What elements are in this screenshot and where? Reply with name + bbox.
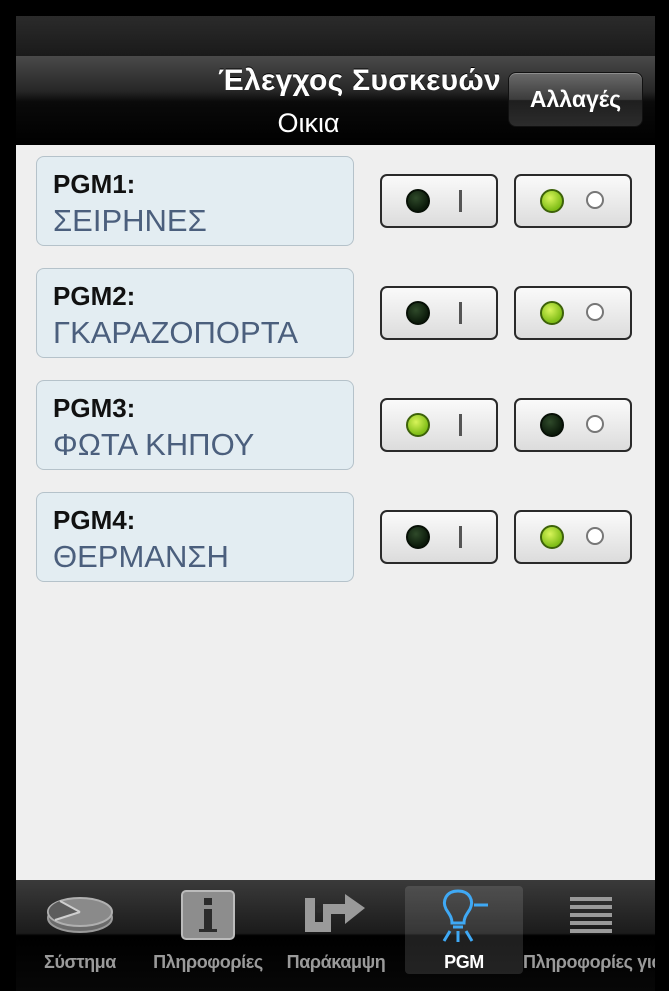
tab-about[interactable]: Πληροφορίες για (523, 880, 655, 974)
on-indicator-led-icon (406, 413, 430, 437)
pgm-name: PGM1: (53, 169, 136, 199)
tab-info[interactable]: Πληροφορίες (144, 880, 272, 974)
light-bulb-icon (405, 884, 523, 946)
pgm-description: ΓΚΑΡΑΖΟΠΟΡΤΑ (53, 315, 299, 350)
off-indicator-led-icon (540, 525, 564, 549)
pgm-on-button[interactable] (380, 286, 498, 340)
tab-label: Παράκαμψη (286, 952, 386, 972)
pgm-card: PGM1: ΣΕΙΡΗΝΕΣ (36, 156, 354, 246)
pgm-name: PGM2: (53, 281, 136, 311)
tab-bypass[interactable]: Παράκαμψη (272, 880, 400, 974)
pgm-list: PGM1: ΣΕΙΡΗΝΕΣ PGM2: ΓΚΑΡΑΖΟΠΟΡΤΑ PGM3: … (16, 144, 655, 880)
pgm-off-button[interactable] (514, 286, 632, 340)
on-indicator-led-icon (406, 525, 430, 549)
pgm-row-3: PGM3: ΦΩΤΑ ΚΗΠΟΥ (36, 380, 636, 472)
pgm-card: PGM4: ΘΕΡΜΑΝΣΗ (36, 492, 354, 582)
app-screen: Έλεγχος Συσκευών Οικια Αλλαγές PGM1: ΣΕΙ… (16, 16, 655, 991)
pgm-name: PGM3: (53, 393, 136, 423)
status-bar (16, 16, 655, 56)
on-indicator-led-icon (406, 189, 430, 213)
off-indicator-led-icon (540, 301, 564, 325)
off-symbol-icon (586, 415, 604, 433)
pgm-row-1: PGM1: ΣΕΙΡΗΝΕΣ (36, 156, 636, 248)
pgm-description: ΘΕΡΜΑΝΣΗ (53, 539, 229, 574)
on-indicator-led-icon (406, 301, 430, 325)
on-symbol-icon (459, 190, 462, 212)
pgm-on-button[interactable] (380, 398, 498, 452)
pgm-card: PGM2: ΓΚΑΡΑΖΟΠΟΡΤΑ (36, 268, 354, 358)
off-symbol-icon (586, 303, 604, 321)
pgm-row-2: PGM2: ΓΚΑΡΑΖΟΠΟΡΤΑ (36, 268, 636, 360)
tab-label: Πληροφορίες (153, 952, 263, 972)
info-icon (144, 884, 272, 946)
tab-system[interactable]: Σύστημα (16, 880, 144, 974)
on-symbol-icon (459, 526, 462, 548)
list-icon (527, 884, 655, 946)
pgm-off-button[interactable] (514, 510, 632, 564)
off-indicator-led-icon (540, 413, 564, 437)
on-symbol-icon (459, 302, 462, 324)
off-symbol-icon (586, 527, 604, 545)
pgm-off-button[interactable] (514, 174, 632, 228)
pgm-description: ΣΕΙΡΗΝΕΣ (53, 203, 207, 238)
on-symbol-icon (459, 414, 462, 436)
pgm-row-4: PGM4: ΘΕΡΜΑΝΣΗ (36, 492, 636, 584)
bypass-arrow-icon (272, 884, 400, 946)
pie-chart-icon (16, 884, 144, 946)
pgm-off-button[interactable] (514, 398, 632, 452)
tab-pgm[interactable]: PGM (405, 886, 523, 974)
page-subtitle: Οικια (277, 108, 340, 138)
pgm-on-button[interactable] (380, 510, 498, 564)
pgm-name: PGM4: (53, 505, 136, 535)
tab-label: PGM (444, 952, 484, 972)
off-symbol-icon (586, 191, 604, 209)
pgm-description: ΦΩΤΑ ΚΗΠΟΥ (53, 427, 255, 462)
tab-label: Πληροφορίες για (523, 952, 655, 972)
edit-button[interactable]: Αλλαγές (508, 72, 643, 127)
navigation-bar: Έλεγχος Συσκευών Οικια Αλλαγές (16, 56, 655, 145)
off-indicator-led-icon (540, 189, 564, 213)
page-title: Έλεγχος Συσκευών (218, 64, 501, 97)
tab-bar: Σύστημα Πληροφορίες Παράκαμψη PGM Πληροφ… (16, 880, 655, 991)
pgm-card: PGM3: ΦΩΤΑ ΚΗΠΟΥ (36, 380, 354, 470)
pgm-on-button[interactable] (380, 174, 498, 228)
